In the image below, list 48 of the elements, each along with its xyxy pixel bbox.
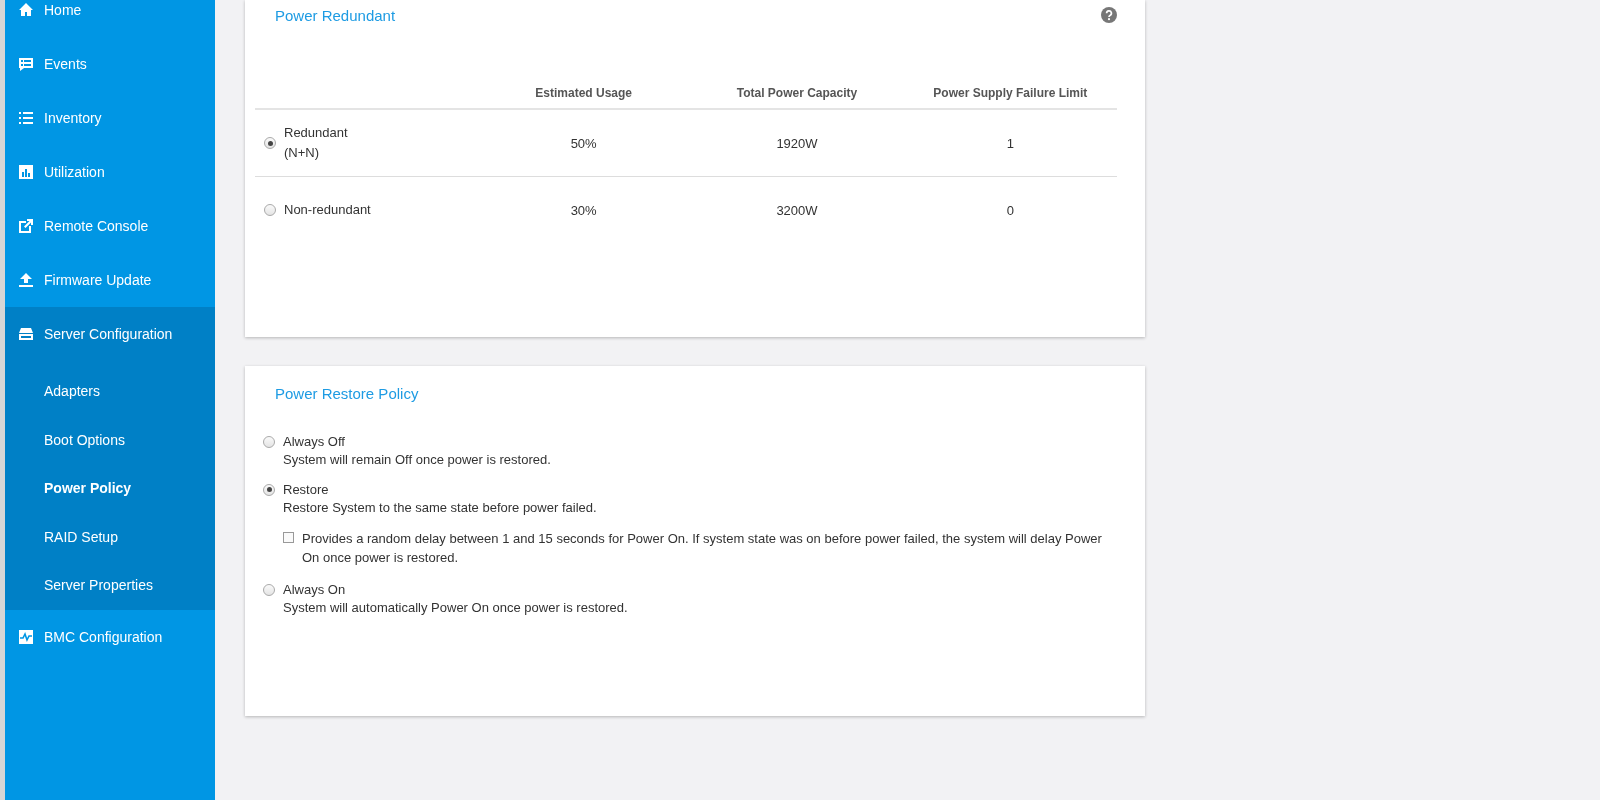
- option-label: Restore: [283, 482, 330, 497]
- upload-icon: [18, 272, 34, 288]
- list-icon: [18, 110, 34, 126]
- checkbox-label: Provides a random delay between 1 and 15 seconds for Power On. If system state was on before power failed, the system will delay Power On once power is restored.: [302, 530, 1103, 567]
- checkbox[interactable]: [283, 532, 294, 543]
- submenu-item[interactable]: Adapters: [44, 383, 101, 400]
- sidebar-item[interactable]: Utilization: [5, 145, 215, 199]
- sidebar-item[interactable]: Home: [5, 0, 215, 37]
- submenu-item[interactable]: Power Policy: [44, 480, 132, 497]
- option-description: System will automatically Power On once power is restored.: [283, 600, 629, 615]
- card-title: Power Redundant: [275, 6, 396, 24]
- table-cell: 1920W: [776, 135, 818, 151]
- column-header: Power Supply Failure Limit: [933, 85, 1088, 100]
- sidebar-item[interactable]: Remote Console: [5, 199, 215, 253]
- option-label: Non-redundant: [284, 201, 372, 219]
- table-cell: 1: [1006, 135, 1014, 151]
- radio-button[interactable]: [264, 137, 276, 149]
- table-cell: 0: [1006, 202, 1014, 218]
- radio-button[interactable]: [263, 435, 275, 448]
- bar-chart-icon: [18, 164, 34, 180]
- chat-list-icon: [18, 56, 34, 72]
- sidebar-item[interactable]: Server Configuration: [5, 307, 215, 361]
- option-label: Always Off: [283, 434, 346, 449]
- table-cell: 30%: [570, 202, 597, 218]
- radio-button[interactable]: [264, 204, 276, 216]
- sidebar-item[interactable]: BMC Configuration: [5, 609, 215, 664]
- sidebar-item[interactable]: Firmware Update: [5, 253, 215, 307]
- column-header: Estimated Usage: [535, 85, 632, 100]
- pulse-icon: [18, 628, 34, 645]
- table-cell: 50%: [570, 135, 597, 151]
- server-icon: [18, 326, 34, 342]
- card-title: Power Restore Policy: [275, 385, 419, 402]
- submenu-item[interactable]: Boot Options: [44, 431, 125, 448]
- table-cell: 3200W: [776, 202, 818, 218]
- option-description: Restore System to the same state before power failed.: [283, 500, 598, 515]
- radio-button[interactable]: [263, 483, 275, 496]
- option-label: Redundant (N+N): [284, 124, 349, 162]
- submenu-item[interactable]: RAID Setup: [44, 528, 118, 545]
- external-link-icon: [18, 218, 34, 234]
- sidebar-item[interactable]: Events: [5, 37, 215, 91]
- column-header: Total Power Capacity: [736, 85, 858, 100]
- option-label: Always On: [283, 582, 347, 597]
- home-icon: [18, 2, 34, 18]
- option-description: System will remain Off once power is restored.: [283, 452, 552, 467]
- radio-button[interactable]: [263, 583, 275, 596]
- submenu-item[interactable]: Server Properties: [44, 577, 153, 594]
- sidebar-item[interactable]: Inventory: [5, 91, 215, 145]
- help-icon[interactable]: [1101, 7, 1117, 23]
